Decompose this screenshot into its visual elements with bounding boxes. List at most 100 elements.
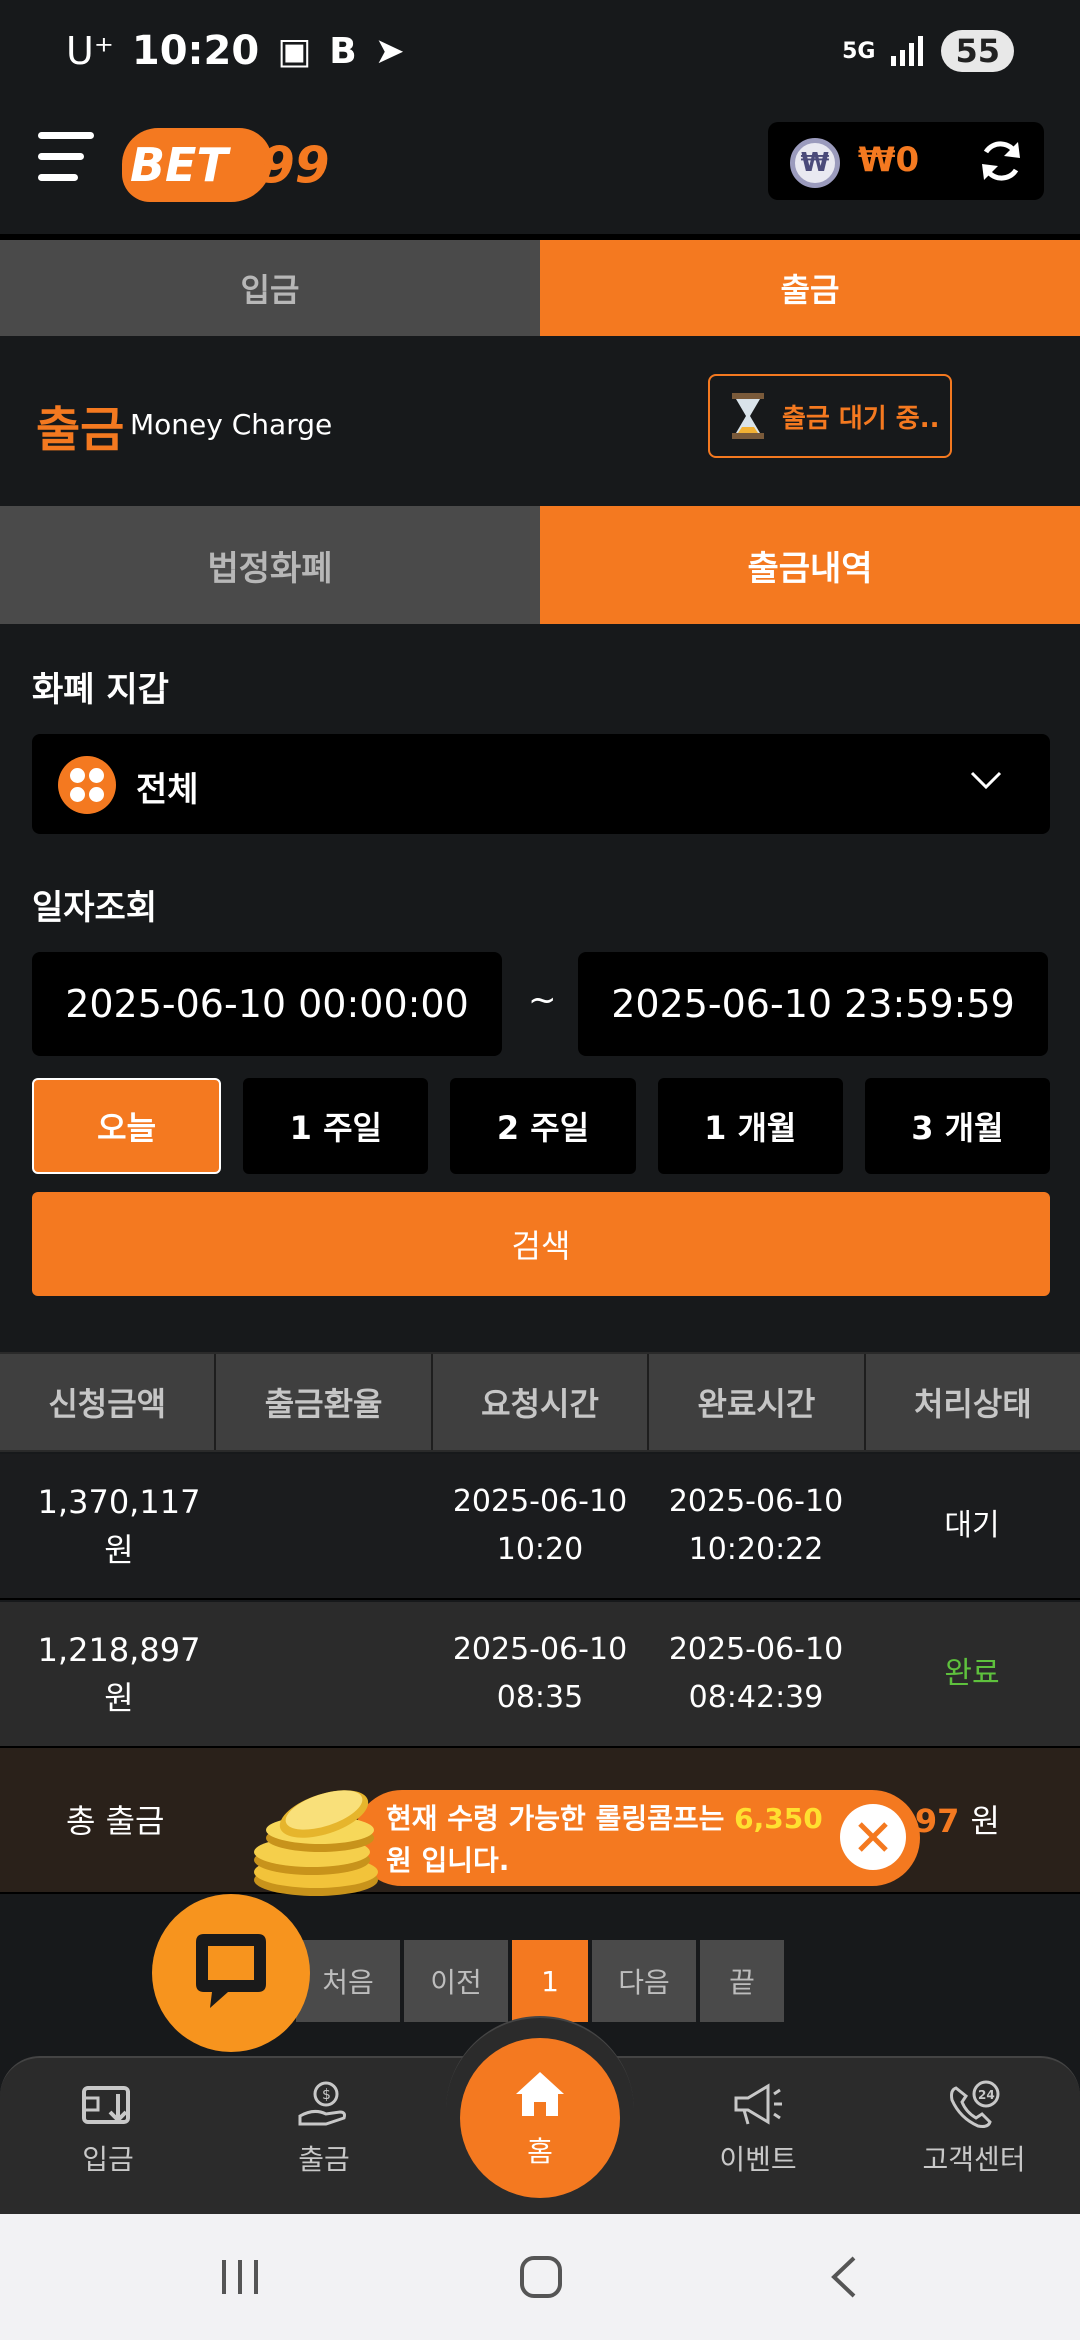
request-time-cell: 2025-06-10 08:35: [432, 1626, 648, 1722]
nav-event-label: 이벤트: [719, 2143, 797, 2176]
back-icon[interactable]: [826, 2254, 862, 2300]
range-3month-button[interactable]: 3 개월: [864, 1078, 1051, 1174]
wallet-filter-label: 화폐 지갑: [32, 670, 169, 710]
chat-icon: [196, 1934, 266, 2008]
page-current-button[interactable]: 1: [512, 1940, 588, 2022]
pagination: 처음 이전 1 다음 끝: [296, 1940, 784, 2022]
wallet-in-icon: [82, 2086, 130, 2124]
amount-cell: 1,370,117 원: [37, 1483, 201, 1569]
withdraw-sub-tabs: 법정화폐 출금내역: [0, 506, 1080, 624]
b-app-icon: B: [329, 30, 357, 72]
megaphone-icon: [734, 2083, 782, 2125]
deposit-withdraw-tabs: 입금 출금: [0, 240, 1080, 336]
telegram-icon: ➤: [374, 30, 405, 72]
date-filter-label: 일자조회: [32, 888, 158, 928]
signal-icon: [891, 36, 924, 66]
nav-home[interactable]: 홈: [460, 2038, 620, 2198]
column-header: 신청금액: [0, 1354, 217, 1450]
hand-coin-icon: $: [298, 2081, 346, 2126]
page-next-button[interactable]: 다음: [592, 1940, 696, 2022]
withdraw-pending-button[interactable]: 출금 대기 중..: [708, 374, 952, 458]
home-icon: [516, 2072, 564, 2116]
nav-home-label: 홈: [527, 2135, 553, 2168]
nav-withdraw-label: 출금: [298, 2143, 350, 2176]
menu-icon[interactable]: [38, 132, 94, 188]
status-bar: U⁺ 10:20 ▣ B ➤ 5G 55: [0, 0, 1080, 110]
won-coin-icon: ₩: [790, 138, 840, 188]
tab-withdraw-history[interactable]: 출금내역: [540, 506, 1080, 624]
page-first-button[interactable]: 처음: [296, 1940, 400, 2022]
request-date: 2025-06-10: [452, 1484, 628, 1519]
complete-date: 2025-06-10: [668, 1632, 844, 1667]
page-title: 출금: [36, 402, 125, 458]
column-header: 요청시간: [433, 1354, 650, 1450]
end-date-input[interactable]: 2025-06-10 23:59:59: [578, 952, 1048, 1056]
column-header: 완료시간: [649, 1354, 866, 1450]
pending-label: 출금 대기 중..: [782, 403, 940, 434]
logo-number: 99: [260, 136, 330, 194]
screenshot-icon: ▣: [277, 30, 312, 72]
amount-cell: 1,218,897 원: [37, 1631, 201, 1717]
tab-withdraw[interactable]: 출금: [540, 240, 1080, 336]
page-subtitle: Money Charge: [130, 408, 333, 441]
logo-text: BET: [130, 138, 228, 192]
range-1month-button[interactable]: 1 개월: [657, 1078, 843, 1174]
clock: 10:20: [131, 28, 260, 74]
gold-coins-icon: [254, 1790, 378, 1896]
nav-deposit-label: 입금: [82, 2143, 134, 2176]
column-header: 출금환율: [216, 1354, 433, 1450]
refresh-icon[interactable]: [976, 136, 1026, 186]
request-time: 10:20: [496, 1532, 584, 1567]
section-header: 출금 Money Charge 출금 대기 중..: [0, 336, 1080, 506]
date-range-buttons: 오늘 1 주일 2 주일 1 개월 3 개월: [32, 1078, 1051, 1174]
battery-indicator: 55: [941, 30, 1014, 72]
close-toast-button[interactable]: [840, 1804, 906, 1870]
start-date-input[interactable]: 2025-06-10 00:00:00: [32, 952, 502, 1056]
nav-support[interactable]: 24 고객센터: [894, 2080, 1054, 2178]
complete-time-cell: 2025-06-10 10:20:22: [648, 1478, 864, 1574]
range-2week-button[interactable]: 2 주일: [450, 1078, 636, 1174]
balance-amount: ₩0: [858, 140, 920, 180]
nav-event[interactable]: 이벤트: [678, 2080, 838, 2178]
table-row: 1,218,897 원 2025-06-10 08:35 2025-06-10 08…: [0, 1602, 1080, 1748]
total-label: 총 출금: [66, 1802, 165, 1840]
total-unit: 원: [970, 1802, 1000, 1840]
chat-button[interactable]: [152, 1894, 310, 2052]
page-last-button[interactable]: 끝: [700, 1940, 784, 2022]
search-button[interactable]: 검색: [32, 1192, 1050, 1296]
page-prev-button[interactable]: 이전: [404, 1940, 508, 2022]
promo-text-after: 원 입니다.: [386, 1844, 510, 1877]
rolling-comp-toast[interactable]: 현재 수령 가능한 롤링콤프는 6,350 원 입니다.: [354, 1790, 920, 1886]
bet99-logo[interactable]: BET 99: [122, 122, 330, 204]
tab-fiat[interactable]: 법정화폐: [0, 506, 540, 624]
home-system-icon[interactable]: [518, 2254, 564, 2300]
promo-text: 현재 수령 가능한 롤링콤프는 6,350 원 입니다.: [386, 1798, 826, 1882]
tab-deposit[interactable]: 입금: [0, 240, 540, 336]
request-time-cell: 2025-06-10 10:20: [432, 1478, 648, 1574]
nav-support-label: 고객센터: [922, 2143, 1026, 2176]
complete-time: 08:42:39: [688, 1680, 824, 1715]
close-icon: [858, 1822, 888, 1852]
range-today-button[interactable]: 오늘: [32, 1078, 222, 1174]
complete-time: 10:20:22: [688, 1532, 824, 1567]
wallet-balance: ₩ ₩0: [768, 122, 1044, 200]
history-table-header: 신청금액 출금환율 요청시간 완료시간 처리상태: [0, 1352, 1080, 1452]
nav-deposit[interactable]: 입금: [28, 2080, 188, 2178]
promo-text-before: 현재 수령 가능한 롤링콤프는: [386, 1802, 735, 1835]
column-header: 처리상태: [913, 1385, 1032, 1423]
status-cell: 완료: [944, 1656, 1000, 1691]
app-header: BET 99 ₩ ₩0: [0, 110, 1080, 236]
request-date: 2025-06-10: [452, 1632, 628, 1667]
request-time: 08:35: [496, 1680, 584, 1715]
range-1week-button[interactable]: 1 주일: [243, 1078, 429, 1174]
complete-time-cell: 2025-06-10 08:42:39: [648, 1626, 864, 1722]
recent-apps-icon[interactable]: [216, 2256, 264, 2298]
grid-dots-icon: [58, 756, 116, 814]
wallet-select[interactable]: 전체: [32, 734, 1050, 834]
wallet-select-value: 전체: [136, 770, 199, 810]
support-badge: 24: [978, 2088, 995, 2102]
nav-withdraw[interactable]: $ 출금: [244, 2080, 404, 2178]
support-phone-icon: 24: [950, 2080, 1000, 2128]
svg-text:$: $: [322, 2087, 331, 2103]
table-row: 1,370,117 원 2025-06-10 10:20 2025-06-10 10…: [0, 1454, 1080, 1600]
